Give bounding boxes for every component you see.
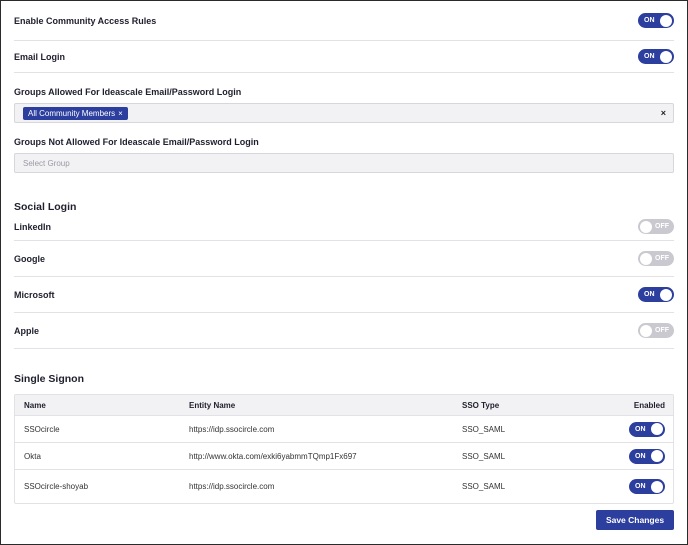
column-header-name: Name — [24, 400, 46, 410]
group-chip-label: All Community Members — [28, 108, 116, 118]
social-item-label: Microsoft — [14, 289, 55, 300]
toggle-knob — [651, 450, 663, 462]
column-header-enabled: Enabled — [633, 400, 665, 410]
social-item-label: Google — [14, 253, 45, 264]
social-item-label: Apple — [14, 325, 40, 336]
email-login-row: Email Login ON — [14, 41, 674, 73]
sso-type: SSO_SAML — [462, 482, 506, 491]
toggle-knob — [660, 14, 672, 27]
google-toggle[interactable]: OFF — [638, 251, 674, 266]
toggle-state: ON — [644, 291, 655, 298]
toggle-state: ON — [635, 425, 646, 433]
linkedin-toggle[interactable]: OFF — [638, 219, 674, 234]
chip-remove-icon[interactable]: × — [118, 109, 123, 118]
single-signon-title: Single Signon — [14, 373, 84, 385]
column-header-type: SSO Type — [462, 400, 500, 410]
toggle-state: ON — [635, 452, 646, 460]
social-item-linkedin: LinkedIn OFF — [14, 213, 674, 241]
settings-content: Enable Community Access Rules ON Email L… — [14, 1, 674, 530]
sso-type: SSO_SAML — [462, 451, 506, 461]
save-changes-button[interactable]: Save Changes — [596, 510, 674, 530]
social-item-microsoft: Microsoft ON — [14, 277, 674, 313]
sso-entity: http://www.okta.com/exki6yabmmTQmp1Fx697 — [189, 451, 357, 461]
table-row: SSOcircle-shoyab https://idp.ssocircle.c… — [15, 469, 673, 503]
enable-community-row: Enable Community Access Rules ON — [14, 1, 674, 41]
sso-enabled-cell: ON — [610, 479, 665, 494]
email-login-toggle[interactable]: ON — [638, 49, 674, 64]
email-login-label: Email Login — [14, 51, 66, 62]
groups-allowed-label: Groups Allowed For Ideascale Email/Passw… — [14, 87, 242, 97]
enable-community-label: Enable Community Access Rules — [14, 15, 157, 26]
sso-enabled-cell: ON — [610, 448, 665, 464]
column-header-entity: Entity Name — [189, 400, 236, 410]
sso-enabled-toggle[interactable]: ON — [629, 479, 665, 494]
sso-table-header: Name Entity Name SSO Type Enabled — [15, 395, 673, 415]
sso-enabled-cell: ON — [610, 421, 665, 437]
toggle-state: OFF — [655, 223, 669, 230]
toggle-state: ON — [644, 53, 655, 60]
toggle-knob — [660, 288, 672, 301]
social-item-apple: Apple OFF — [14, 313, 674, 349]
sso-entity: https://idp.ssocircle.com — [189, 424, 275, 434]
sso-name: SSOcircle — [24, 424, 60, 434]
toggle-state: OFF — [655, 255, 669, 262]
toggle-knob — [640, 324, 652, 337]
sso-entity: https://idp.ssocircle.com — [189, 482, 275, 491]
toggle-knob — [651, 480, 663, 493]
groups-not-allowed-label: Groups Not Allowed For Ideascale Email/P… — [14, 137, 259, 147]
sso-table: Name Entity Name SSO Type Enabled SSOcir… — [14, 394, 674, 504]
microsoft-toggle[interactable]: ON — [638, 287, 674, 302]
toggle-knob — [640, 220, 652, 233]
toggle-state: ON — [644, 17, 655, 24]
settings-panel: Enable Community Access Rules ON Email L… — [0, 0, 688, 545]
select-placeholder: Select Group — [23, 158, 70, 168]
sso-enabled-toggle[interactable]: ON — [629, 421, 665, 437]
group-chip: All Community Members × — [23, 106, 128, 120]
sso-name: SSOcircle-shoyab — [24, 482, 89, 491]
groups-allowed-select[interactable]: All Community Members × × — [14, 103, 674, 123]
groups-not-allowed-select[interactable]: Select Group — [14, 153, 674, 173]
apple-toggle[interactable]: OFF — [638, 323, 674, 338]
sso-type: SSO_SAML — [462, 424, 506, 434]
toggle-knob — [640, 252, 652, 265]
toggle-knob — [660, 50, 672, 63]
table-row: Okta http://www.okta.com/exki6yabmmTQmp1… — [15, 442, 673, 469]
table-row: SSOcircle https://idp.ssocircle.com SSO_… — [15, 415, 673, 442]
enable-community-toggle[interactable]: ON — [638, 13, 674, 28]
sso-enabled-toggle[interactable]: ON — [629, 448, 665, 464]
social-item-google: Google OFF — [14, 241, 674, 277]
toggle-state: OFF — [655, 327, 669, 334]
social-login-title: Social Login — [14, 201, 77, 213]
clear-selection-icon[interactable]: × — [661, 108, 666, 118]
sso-name: Okta — [24, 451, 41, 461]
toggle-state: ON — [635, 483, 646, 490]
social-item-label: LinkedIn — [14, 221, 52, 232]
toggle-knob — [651, 423, 663, 435]
